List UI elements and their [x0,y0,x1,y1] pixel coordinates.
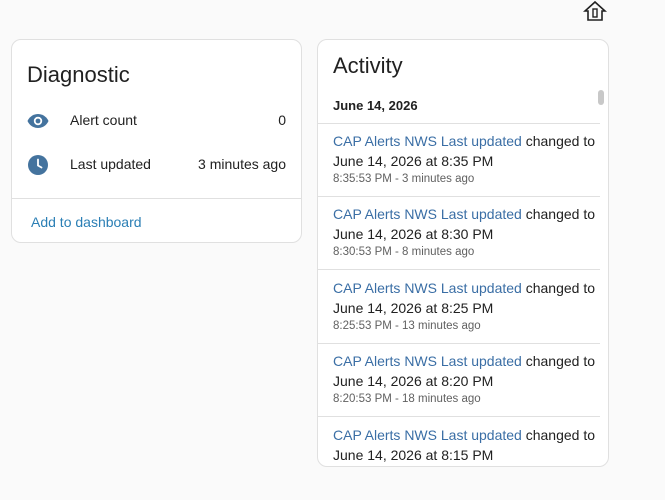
entry-value: June 14, 2026 at 8:30 PM [333,226,494,242]
entry-divider [318,123,600,124]
entry-divider [318,343,600,344]
home-alert-icon[interactable] [582,0,608,22]
activity-card: Activity June 14, 2026 CAP Alerts NWS La… [317,39,609,467]
entry-action: changed to [521,206,596,222]
diagnostic-card: Diagnostic Alert count 0 Last updated 3 … [11,39,302,243]
entry-action: changed to [521,353,596,369]
last-updated-value: 3 minutes ago [198,156,286,172]
scrollbar-thumb[interactable] [598,90,604,105]
alert-count-label: Alert count [70,112,137,128]
activity-entry: CAP Alerts NWS Last updated changed to J… [333,351,596,405]
entry-value: June 14, 2026 at 8:15 PM [333,447,494,463]
alert-count-value: 0 [278,112,286,128]
entry-divider [318,416,600,417]
activity-entry: CAP Alerts NWS Last updated changed to J… [333,204,596,258]
diagnostic-title: Diagnostic [27,62,130,87]
activity-entry: CAP Alerts NWS Last updated changed to J… [333,278,596,332]
entry-timestamp: 8:25:53 PM - 13 minutes ago [333,320,481,332]
divider [12,198,301,199]
entry-action: changed to [521,280,596,296]
entry-timestamp: 8:35:53 PM - 3 minutes ago [333,173,475,185]
entry-divider [318,269,600,270]
entity-link[interactable]: CAP Alerts NWS Last updated [333,427,522,443]
activity-title: Activity [333,53,403,78]
entry-value: June 14, 2026 at 8:20 PM [333,373,494,389]
entry-timestamp: 8:30:53 PM - 8 minutes ago [333,246,475,258]
entity-link[interactable]: CAP Alerts NWS Last updated [333,133,522,149]
eye-icon [26,109,50,133]
alert-count-row[interactable]: Alert count 0 [12,109,301,133]
entry-action: changed to [521,133,596,149]
activity-entry: CAP Alerts NWS Last updated changed to J… [333,425,596,465]
entry-timestamp: 8:20:53 PM - 18 minutes ago [333,393,481,405]
entry-action: changed to [521,427,596,443]
entity-link[interactable]: CAP Alerts NWS Last updated [333,280,522,296]
entry-value: June 14, 2026 at 8:25 PM [333,300,494,316]
entity-link[interactable]: CAP Alerts NWS Last updated [333,206,522,222]
last-updated-label: Last updated [70,156,151,172]
entry-divider [318,196,600,197]
activity-entry: CAP Alerts NWS Last updated changed to J… [333,131,596,185]
clock-icon [26,153,50,177]
add-to-dashboard-link[interactable]: Add to dashboard [31,214,142,230]
last-updated-row[interactable]: Last updated 3 minutes ago [12,153,301,177]
entity-link[interactable]: CAP Alerts NWS Last updated [333,353,522,369]
entry-value: June 14, 2026 at 8:35 PM [333,153,494,169]
activity-date-heading: June 14, 2026 [333,98,418,113]
